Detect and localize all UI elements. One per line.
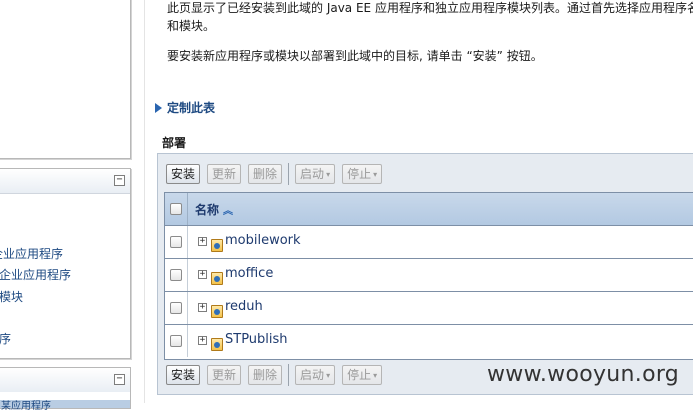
row-checkbox[interactable] [170, 269, 182, 281]
sidebar-selected-strip[interactable]: 某应用程序 [0, 400, 130, 412]
app-name-link[interactable]: mobilework [225, 233, 301, 248]
application-icon [211, 239, 223, 252]
chevron-down-icon: ▾ [373, 170, 378, 179]
application-icon [211, 338, 223, 351]
row-select-cell [165, 226, 188, 258]
section-title: 部署 [162, 136, 187, 150]
row-select-cell [165, 292, 188, 324]
sidebar-panel-header: − [0, 368, 130, 392]
install-button[interactable]: 安装 [166, 164, 201, 184]
row-checkbox[interactable] [170, 302, 182, 314]
start-label: 启动 [300, 368, 325, 382]
delete-button[interactable]: 删除 [248, 365, 283, 385]
plus-square-icon[interactable]: + [198, 237, 207, 246]
description-line-1: 此页显示了已经安装到此域的 Java EE 应用程序和独立应用程序模块列表。通过… [167, 1, 693, 15]
application-icon [211, 272, 223, 285]
table-row: + mobilework [165, 226, 693, 259]
app-name-link[interactable]: reduh [225, 299, 263, 314]
update-button[interactable]: 更新 [207, 365, 242, 385]
chevron-down-icon: ▾ [326, 371, 331, 380]
collapse-icon[interactable]: − [114, 374, 125, 385]
page-description: 此页显示了已经安装到此域的 Java EE 应用程序和独立应用程序模块列表。通过… [167, 0, 693, 65]
toolbar-separator [288, 364, 290, 386]
start-dropdown[interactable]: 启动 ▾ [295, 365, 336, 385]
app-name-link[interactable]: STPublish [225, 332, 288, 347]
toolbar-bottom: 安装 更新 删除 启动 ▾ 停止 ▾ [166, 364, 389, 386]
table-row: + reduh [165, 292, 693, 325]
chevron-down-icon: ▾ [326, 170, 331, 179]
sidebar-link-enterprise-apps[interactable]: 企业应用程序 [0, 245, 63, 262]
application-icon [211, 305, 223, 318]
deployments-panel: 安装 更新 删除 启动 ▾ 停止 ▾ 名称 ︽ + mobilework + moff… [157, 153, 693, 395]
stop-label: 停止 [347, 167, 372, 181]
sidebar-panel-top [0, 0, 131, 159]
plus-square-icon[interactable]: + [198, 270, 207, 279]
column-header-name[interactable]: 名称 ︽ [195, 201, 233, 218]
stop-label: 停止 [347, 368, 372, 382]
start-dropdown[interactable]: 启动 ▾ [295, 164, 336, 184]
plus-square-icon[interactable]: + [198, 336, 207, 345]
sidebar-link-modules[interactable]: 模块 [0, 288, 23, 305]
row-checkbox[interactable] [170, 236, 182, 248]
description-line-3: 要安装新应用程序或模块以部署到此域中的目标, 请单击 “安装” 按钮。 [167, 49, 543, 63]
delete-button[interactable]: 删除 [248, 164, 283, 184]
watermark: www.wooyun.org [487, 362, 680, 387]
sort-ascending-icon[interactable]: ︽ [223, 206, 233, 217]
toolbar-separator [288, 163, 290, 185]
deployments-table: 名称 ︽ + mobilework + moffice + reduh + STP… [164, 192, 693, 360]
table-row: + moffice [165, 259, 693, 292]
collapse-icon[interactable]: − [114, 175, 125, 186]
app-name-link[interactable]: moffice [225, 266, 273, 281]
select-all-cell [165, 193, 188, 225]
row-checkbox[interactable] [170, 335, 182, 347]
sidebar-panel-header: − [0, 169, 130, 194]
chevron-down-icon: ▾ [373, 371, 378, 380]
row-select-cell [165, 259, 188, 291]
customize-table-link[interactable]: 定制此表 [155, 99, 215, 116]
start-label: 启动 [300, 167, 325, 181]
stop-dropdown[interactable]: 停止 ▾ [342, 365, 383, 385]
plus-square-icon[interactable]: + [198, 303, 207, 312]
update-button[interactable]: 更新 [207, 164, 242, 184]
triangle-right-icon [155, 103, 162, 113]
stop-dropdown[interactable]: 停止 ▾ [342, 164, 383, 184]
table-row: + STPublish [165, 325, 693, 357]
install-button[interactable]: 安装 [166, 365, 201, 385]
sidebar-link-program[interactable]: 序 [0, 330, 11, 347]
column-header-name-label: 名称 [195, 203, 220, 217]
toolbar-top: 安装 更新 删除 启动 ▾ 停止 ▾ [166, 163, 389, 185]
customize-table-label: 定制此表 [167, 101, 216, 115]
description-line-2: 和模块。 [167, 19, 216, 33]
sidebar-panel-middle: − 企业应用程序 企业应用程序 模块 序 [0, 168, 131, 359]
divider [144, 0, 145, 403]
sidebar-selected-text[interactable]: 某应用程序 [1, 397, 51, 412]
select-all-checkbox[interactable] [170, 203, 182, 215]
table-header: 名称 ︽ [165, 193, 693, 226]
sidebar-link-enterprise-apps-2[interactable]: 企业应用程序 [0, 266, 71, 283]
row-select-cell [165, 325, 188, 357]
